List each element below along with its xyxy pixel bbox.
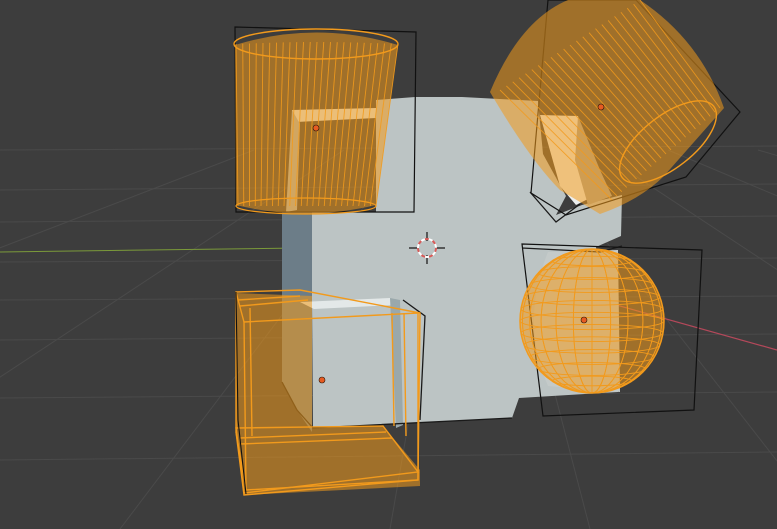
cylinder-upper-left-origin: [312, 124, 320, 132]
cylinder-upper-right-origin: [597, 103, 605, 111]
y-axis-line: [0, 247, 301, 253]
viewport-canvas[interactable]: [0, 0, 777, 529]
sphere-origin: [580, 316, 588, 324]
cube-lower-left-origin: [318, 376, 326, 384]
3d-viewport[interactable]: [0, 0, 777, 529]
